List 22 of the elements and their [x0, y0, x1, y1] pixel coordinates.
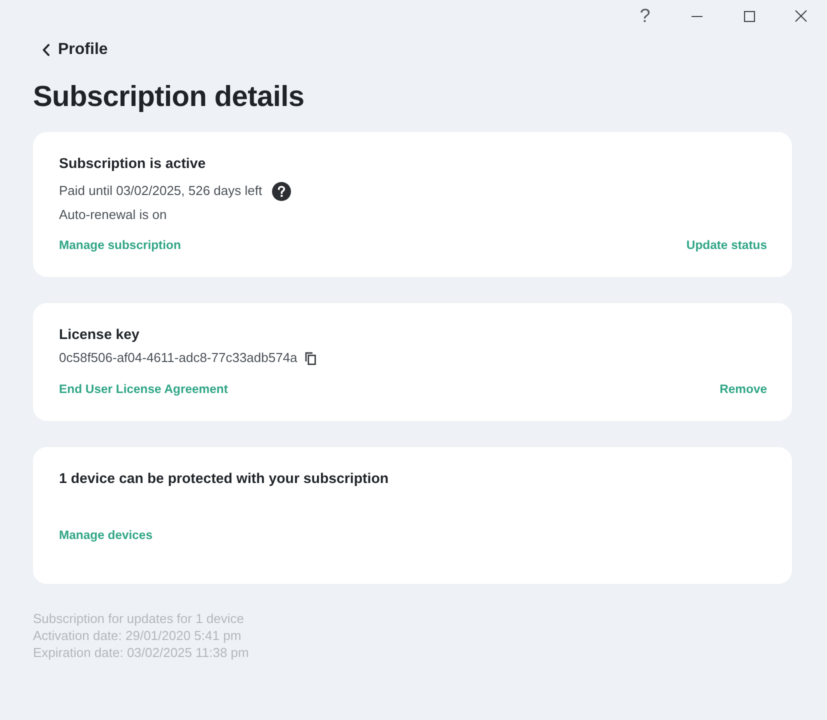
card-title: 1 device can be protected with your subscription [59, 470, 389, 489]
status-text: Auto-renewal is on [59, 206, 167, 224]
close-icon[interactable] [795, 10, 807, 22]
help-icon[interactable] [272, 182, 292, 200]
copy-icon[interactable] [305, 352, 316, 364]
info-text: Expiration date: 03/02/2025 11:38 pm [33, 644, 249, 661]
license-key-text: 0c58f506-af04-4611-adc8-77c33adb574a [59, 349, 298, 367]
chevron-left-icon [42, 44, 50, 56]
card-title: Subscription is active [59, 155, 206, 174]
text-link[interactable]: Manage devices [59, 525, 152, 545]
page-title: Subscription details [33, 80, 304, 115]
text-link[interactable]: Update status [686, 235, 767, 255]
maximize-icon[interactable] [744, 10, 754, 22]
info-text: Activation date: 29/01/2020 5:41 pm [33, 627, 242, 644]
text-link[interactable]: End User License Agreement [59, 379, 228, 399]
back-link[interactable]: Profile [42, 40, 108, 60]
text-link[interactable]: Manage subscription [59, 235, 181, 255]
card-title: License key [59, 326, 140, 345]
text-link[interactable]: Remove [720, 379, 767, 399]
help-button[interactable]: ? [619, 0, 671, 32]
info-text: Subscription for updates for 1 device [33, 610, 244, 627]
expiry-text: Paid until 03/02/2025, 526 days left [59, 182, 262, 200]
